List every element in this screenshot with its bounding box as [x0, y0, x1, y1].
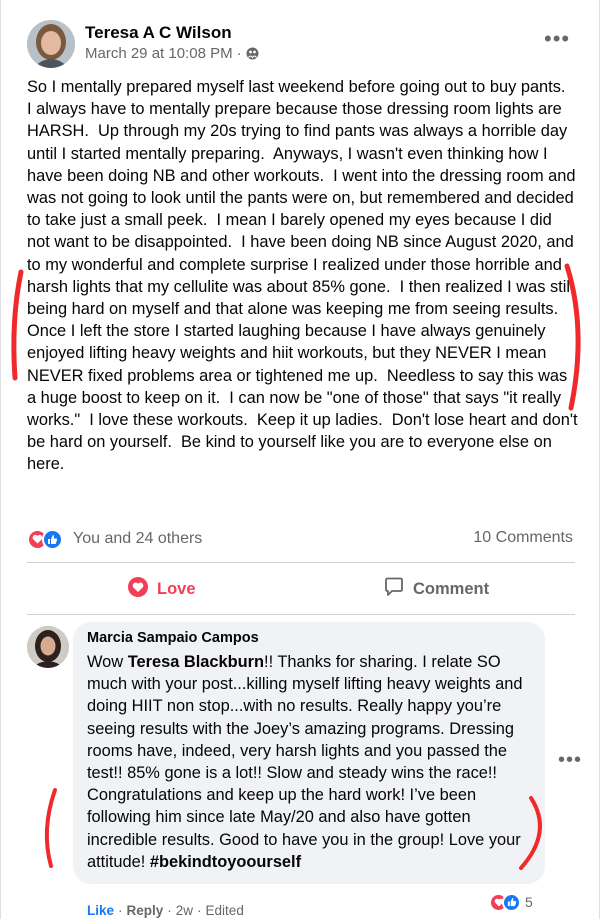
- post-card: Teresa A C Wilson March 29 at 10:08 PM ·…: [0, 0, 600, 919]
- red-annotation-marks: [11, 263, 581, 870]
